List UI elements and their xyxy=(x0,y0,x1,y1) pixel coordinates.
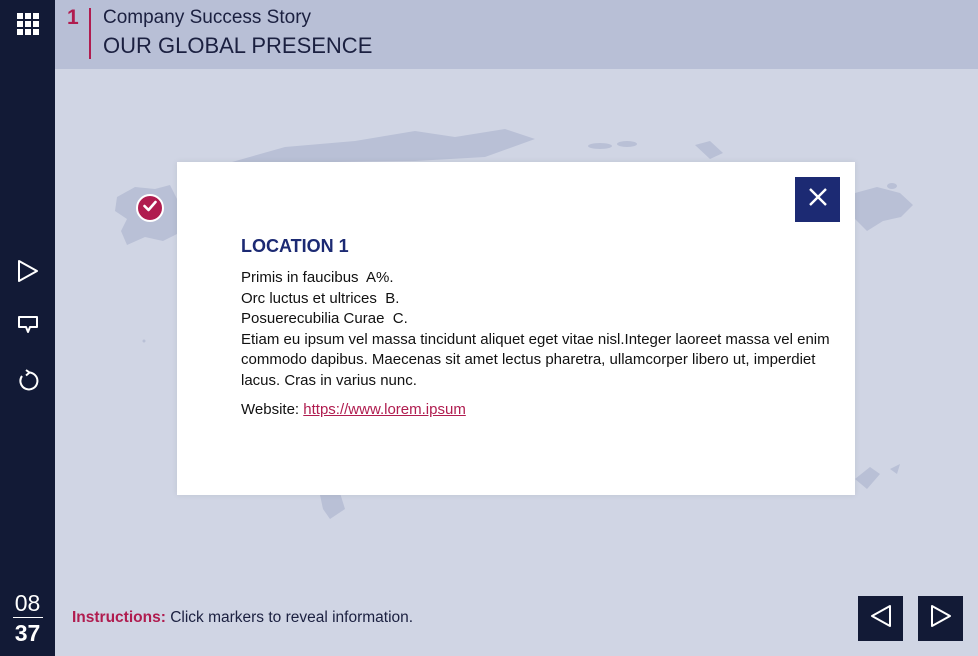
arrow-right-icon xyxy=(930,604,952,633)
close-icon xyxy=(808,187,828,212)
play-icon xyxy=(17,259,39,288)
instructions-text: Click markers to reveal information. xyxy=(170,609,414,626)
website-link[interactable]: https://www.lorem.ipsum xyxy=(303,401,466,418)
popup-line: Posuerecubilia Curae C. xyxy=(241,310,408,327)
replay-button[interactable] xyxy=(0,363,55,403)
popup-paragraph: Etiam eu ipsum vel massa tincidunt aliqu… xyxy=(241,330,830,389)
page-current: 08 xyxy=(14,590,41,616)
checkmark-icon xyxy=(143,199,157,217)
popup-line: Orc luctus et ultrices B. xyxy=(241,289,400,307)
instructions-label: Instructions: xyxy=(72,609,166,626)
popup-body: Primis in faucibus A%. Orc luctus et ult… xyxy=(241,268,855,421)
page-subtitle: Company Success Story xyxy=(103,7,312,28)
location-marker-1[interactable] xyxy=(136,194,164,222)
instructions: Instructions: Click markers to reveal in… xyxy=(72,609,413,627)
close-button[interactable] xyxy=(795,177,840,222)
play-button[interactable] xyxy=(0,253,55,293)
popup-title: LOCATION 1 xyxy=(241,236,349,256)
menu-button[interactable] xyxy=(0,6,55,46)
page-title: OUR GLOBAL PRESENCE xyxy=(103,33,373,58)
comment-icon xyxy=(17,315,39,340)
sidebar: 08 37 xyxy=(0,0,55,656)
previous-button[interactable] xyxy=(858,596,903,641)
grid-menu-icon xyxy=(16,12,39,40)
page-total: 37 xyxy=(14,620,41,646)
popup-line: Primis in faucibus A%. xyxy=(241,269,394,286)
chapter-number: 1 xyxy=(67,6,79,29)
arrow-left-icon xyxy=(870,604,892,633)
replay-icon xyxy=(16,368,40,398)
page-counter: 08 37 xyxy=(0,590,55,646)
header: 1 Company Success Story OUR GLOBAL PRESE… xyxy=(55,0,978,69)
comment-button[interactable] xyxy=(0,307,55,347)
website-label: Website: xyxy=(241,401,300,418)
chapter-divider xyxy=(89,8,91,59)
location-popup: LOCATION 1 Primis in faucibus A%. Orc lu… xyxy=(177,162,855,495)
page-divider xyxy=(12,617,43,618)
website-row: Website: https://www.lorem.ipsum xyxy=(241,400,855,421)
next-button[interactable] xyxy=(918,596,963,641)
